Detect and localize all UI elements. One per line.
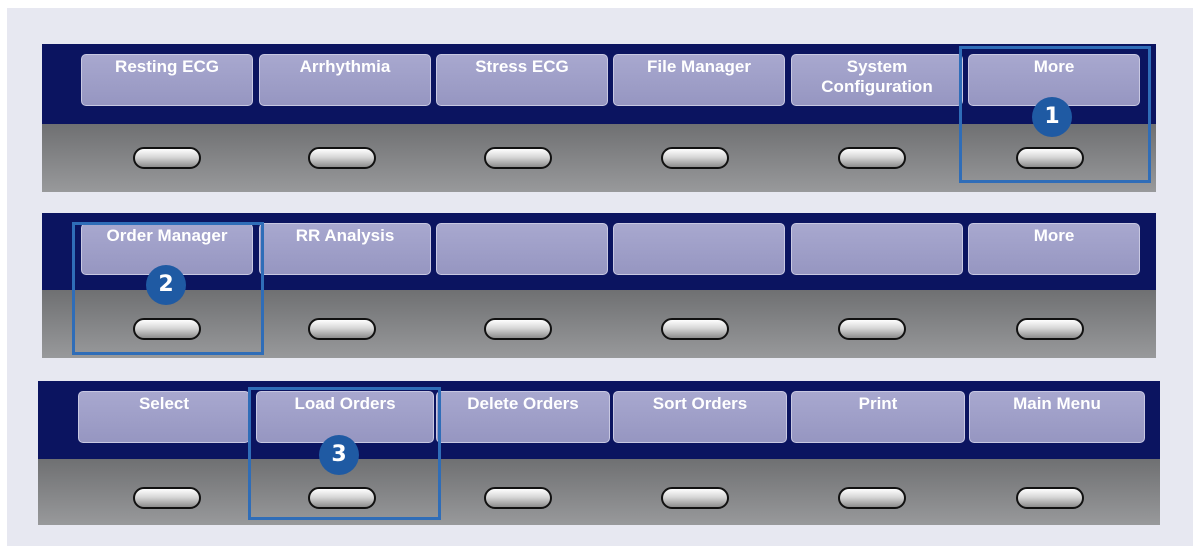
softkey-label: File Manager (647, 57, 751, 76)
softkey-sort-orders[interactable]: Sort Orders (613, 391, 787, 443)
softkey-label: Print (858, 394, 898, 413)
softkey-system-configuration[interactable]: System Configuration (791, 54, 963, 106)
hardware-key-1[interactable] (133, 147, 201, 169)
hardware-key-4[interactable] (661, 147, 729, 169)
softkey-label-line-1: System (846, 57, 908, 76)
hardware-key-tray (38, 459, 1160, 525)
hardware-key-5[interactable] (838, 487, 906, 509)
hardware-key-6[interactable] (1016, 318, 1084, 340)
softkey-print[interactable]: Print (791, 391, 965, 443)
softkey-blank-5[interactable] (791, 223, 963, 275)
hardware-key-4[interactable] (661, 487, 729, 509)
softkey-main-menu[interactable]: Main Menu (969, 391, 1145, 443)
hardware-key-2[interactable] (308, 318, 376, 340)
softkey-label: Main Menu (1013, 394, 1101, 413)
softkey-rr-analysis[interactable]: RR Analysis (259, 223, 431, 275)
callout-badge-3: 3 (319, 435, 359, 475)
softkey-label: More (1033, 226, 1075, 245)
softkey-more[interactable]: More (968, 223, 1140, 275)
hardware-key-2[interactable] (308, 147, 376, 169)
hardware-key-5[interactable] (838, 147, 906, 169)
softkey-label: Delete Orders (467, 394, 579, 413)
hardware-key-6[interactable] (1016, 487, 1084, 509)
softkey-label: Resting ECG (115, 57, 219, 76)
softkey-label: RR Analysis (295, 226, 395, 245)
softkey-stress-ecg[interactable]: Stress ECG (436, 54, 608, 106)
softkey-label-line-2: Configuration (821, 77, 933, 96)
hardware-key-4[interactable] (661, 318, 729, 340)
softkey-resting-ecg[interactable]: Resting ECG (81, 54, 253, 106)
softkey-blank-3[interactable] (436, 223, 608, 275)
softkey-label: Arrhythmia (299, 57, 391, 76)
softkey-label: Select (138, 394, 190, 413)
hardware-key-3[interactable] (484, 487, 552, 509)
softkey-arrhythmia[interactable]: Arrhythmia (259, 54, 431, 106)
hardware-key-1[interactable] (133, 487, 201, 509)
softkey-blank-4[interactable] (613, 223, 785, 275)
callout-badge-2: 2 (146, 265, 186, 305)
softkey-panel-order-manager: Select Load Orders Delete Orders Sort Or… (38, 381, 1160, 525)
hardware-key-3[interactable] (484, 318, 552, 340)
softkey-file-manager[interactable]: File Manager (613, 54, 785, 106)
softkey-label: Stress ECG (475, 57, 569, 76)
hardware-key-3[interactable] (484, 147, 552, 169)
softkey-delete-orders[interactable]: Delete Orders (436, 391, 610, 443)
callout-badge-1: 1 (1032, 97, 1072, 137)
softkey-select[interactable]: Select (78, 391, 250, 443)
softkey-label: Sort Orders (652, 394, 748, 413)
hardware-key-5[interactable] (838, 318, 906, 340)
